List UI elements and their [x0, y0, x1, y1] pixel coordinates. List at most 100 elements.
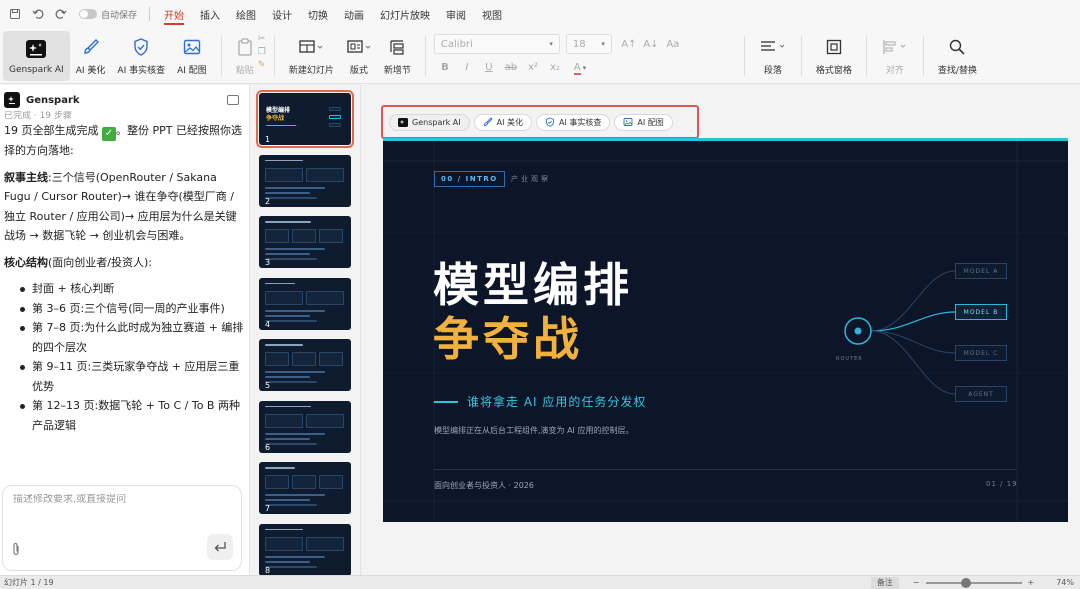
slide-thumbnail[interactable]: 7 — [259, 462, 351, 514]
layout-button[interactable]: 版式 — [340, 31, 378, 81]
change-case-icon[interactable]: Aa — [662, 39, 684, 50]
collapse-panel-icon[interactable] — [227, 95, 239, 105]
zoom-slider-thumb[interactable] — [960, 577, 971, 588]
slide-subtitle: 谁将拿走 AI 应用的任务分发权 — [467, 395, 647, 409]
send-button[interactable] — [207, 534, 233, 560]
decrease-font-icon[interactable]: A↓ — [640, 39, 662, 50]
genspark-ai-chip[interactable]: Genspark AI — [389, 113, 470, 131]
tab-5[interactable]: 动画 — [336, 0, 372, 28]
search-icon — [948, 36, 966, 58]
subtitle-dash — [434, 401, 458, 403]
tab-3[interactable]: 设计 — [264, 0, 300, 28]
format-painter-icon[interactable]: ✎ — [258, 60, 266, 73]
tab-7[interactable]: 审阅 — [438, 0, 474, 28]
brush-icon — [483, 117, 493, 127]
chip-label: AI 事实核查 — [559, 117, 602, 127]
chat-input[interactable] — [13, 494, 233, 505]
align-icon — [881, 36, 909, 58]
tab-8[interactable]: 视图 — [474, 0, 510, 28]
tab-4[interactable]: 切换 — [300, 0, 336, 28]
check-icon: ✓ — [102, 127, 116, 141]
slide-thumbnail[interactable]: 5 — [259, 339, 351, 391]
ai-factcheck-chip[interactable]: AI 事实核查 — [536, 113, 611, 131]
image-icon — [182, 36, 202, 58]
ai-image-label: AI 配图 — [177, 66, 207, 76]
list-item: 封面 + 核心判断 — [18, 279, 245, 299]
font-size-select[interactable]: 18 ▾ — [565, 34, 612, 54]
bold-text: 核心结构 — [4, 255, 48, 269]
paragraph-label: 段落 — [763, 66, 782, 76]
ai-factcheck-button[interactable]: AI 事实核查 — [111, 31, 171, 81]
slide-thumbnail[interactable]: 4 — [259, 277, 351, 330]
zoom-slider[interactable] — [925, 577, 1022, 588]
thumb-title: 模型编排 — [266, 107, 291, 114]
undo-icon[interactable] — [29, 5, 47, 23]
shield-check-icon — [545, 117, 555, 127]
font-name-select[interactable]: Calibri ▾ — [433, 34, 560, 54]
save-icon[interactable] — [6, 5, 24, 23]
increase-font-icon[interactable]: A↑ — [618, 39, 640, 50]
underline-icon[interactable]: U — [478, 62, 500, 73]
zoom-out-button[interactable]: − — [913, 578, 920, 587]
format-pane-button[interactable]: 格式窗格 — [810, 31, 858, 81]
cut-icon[interactable]: ✂ — [258, 34, 266, 47]
ribbon-separator — [424, 36, 426, 76]
tab-2[interactable]: 绘图 — [228, 0, 264, 28]
bold-icon[interactable]: B — [434, 62, 456, 73]
genspark-ai-button[interactable]: Genspark AI — [3, 31, 70, 81]
slide-thumbnail[interactable]: 8 — [259, 523, 351, 575]
genspark-logo-icon — [25, 38, 47, 60]
slide-accent-bar — [383, 138, 1068, 141]
autosave-toggle[interactable]: 自动保存 — [79, 8, 137, 21]
thumbnail-number: 3 — [265, 258, 271, 267]
toggle-switch[interactable] — [79, 9, 97, 19]
new-slide-button[interactable]: 新建幻灯片 — [283, 31, 340, 81]
subscript-icon[interactable]: x₂ — [544, 62, 566, 73]
genspark-logo-icon — [398, 117, 408, 127]
slide-thumbnail[interactable]: 6 — [259, 400, 351, 453]
find-replace-button[interactable]: 查找/替换 — [932, 31, 983, 81]
paste-button[interactable]: 粘贴 — [230, 31, 260, 81]
font-color-icon[interactable]: A ▾ — [566, 62, 594, 75]
tab-bar: 自动保存 开始 插入 绘图 设计 切换 动画 幻灯片放映 审阅 视图 — [0, 0, 1080, 28]
align-button[interactable]: 对齐 — [875, 31, 915, 81]
copy-icon[interactable]: ❐ — [258, 47, 266, 60]
ribbon-separator — [800, 36, 802, 76]
zoom-level[interactable]: 74% — [1056, 578, 1074, 587]
new-section-label: 新增节 — [383, 66, 411, 76]
layout-label: 版式 — [349, 66, 368, 76]
new-section-button[interactable]: 新增节 — [378, 31, 417, 81]
paragraph-button[interactable]: 段落 — [753, 31, 793, 81]
enter-icon — [214, 542, 226, 552]
intro-subtitle: 产业观察 — [511, 175, 551, 183]
tab-6[interactable]: 幻灯片放映 — [372, 0, 438, 28]
tab-1[interactable]: 插入 — [192, 0, 228, 28]
superscript-icon[interactable]: x² — [522, 62, 544, 73]
ai-beautify-chip[interactable]: AI 美化 — [473, 113, 533, 131]
bold-text: 叙事主线 — [4, 170, 48, 184]
chevron-down-icon: ▾ — [549, 40, 553, 48]
ai-beautify-button[interactable]: AI 美化 — [70, 31, 112, 81]
slide-canvas[interactable]: 00 / INTRO 产业观察 模型编排 争夺战 谁将拿走 AI 应用的任务分发… — [383, 138, 1068, 522]
slide-thumbnail[interactable]: 2 — [259, 154, 351, 207]
redo-icon[interactable] — [52, 5, 70, 23]
attach-icon[interactable] — [11, 542, 21, 559]
zoom-in-button[interactable]: + — [1028, 578, 1035, 587]
slide-thumbnails: 模型编排 争夺战 1 2 3 4 5 6 7 8 — [251, 85, 361, 575]
notes-button[interactable]: 备注 — [870, 576, 899, 589]
slide-title-line2: 争夺战 — [433, 312, 583, 366]
ai-factcheck-label: AI 事实核查 — [117, 66, 166, 76]
slide-thumbnail[interactable]: 3 — [259, 216, 351, 268]
slide-thumbnail[interactable]: 模型编排 争夺战 1 — [256, 90, 354, 148]
model-box: MODEL A — [955, 263, 1007, 279]
ai-image-button[interactable]: AI 配图 — [171, 31, 213, 81]
strikethrough-icon[interactable]: ab — [500, 62, 522, 73]
italic-icon[interactable]: I — [456, 62, 478, 73]
thumb-title: 争夺战 — [266, 115, 285, 122]
ai-image-chip[interactable]: AI 配图 — [614, 113, 673, 131]
chat-input-box — [2, 485, 242, 571]
clipboard-icon — [236, 36, 254, 58]
tab-0[interactable]: 开始 — [156, 0, 192, 28]
ribbon-separator — [865, 36, 867, 76]
shield-check-icon — [131, 36, 151, 58]
